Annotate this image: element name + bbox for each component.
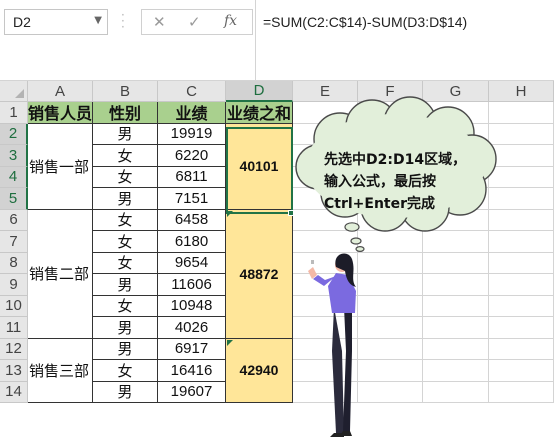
formula-buttons: ✕ ✓ fx (141, 9, 253, 35)
insert-function-icon[interactable]: fx (224, 13, 237, 29)
drag-handle-icon[interactable]: · · · (121, 9, 125, 33)
worksheet[interactable]: A B C D E F G H 1 2 3 4 5 6 7 8 9 10 11 12 13 14 销售人员 性别 业绩 业绩之和销… (0, 81, 554, 445)
thinking-person-illustration (308, 253, 356, 437)
formula-bar: D2 ▼ · · · ✕ ✓ fx =SUM(C2:C$14)-SUM(D3:D$1… (0, 0, 554, 80)
cancel-icon[interactable]: ✕ (153, 13, 166, 31)
formula-input[interactable]: =SUM(C2:C$14)-SUM(D3:D$14) (263, 14, 467, 30)
enter-icon[interactable]: ✓ (188, 13, 201, 31)
name-box[interactable]: D2 ▼ (4, 9, 108, 35)
name-box-value: D2 (13, 14, 31, 30)
divider (255, 0, 256, 80)
chevron-down-icon[interactable]: ▼ (94, 15, 102, 26)
